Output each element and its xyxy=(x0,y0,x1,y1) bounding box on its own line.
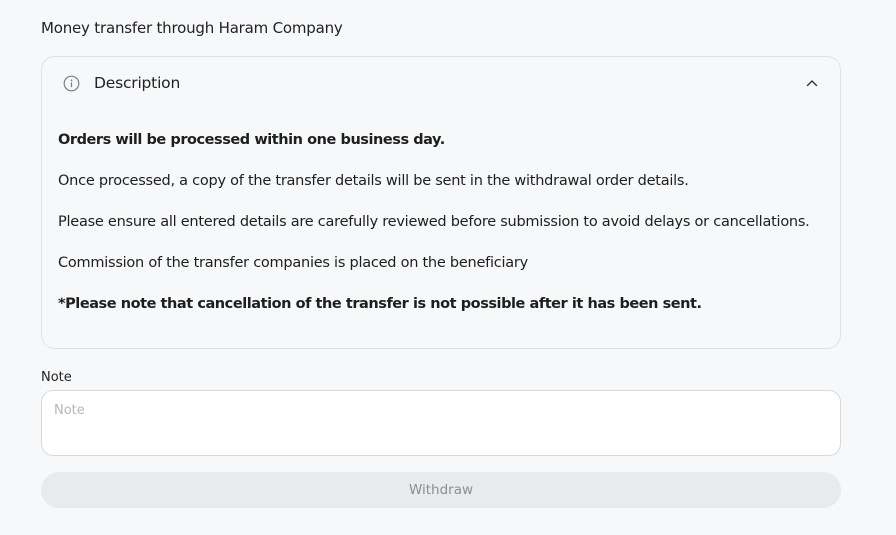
description-card: Description Orders will be processed wit… xyxy=(41,56,841,349)
page-title: Money transfer through Haram Company xyxy=(41,19,343,37)
description-line: Please ensure all entered details are ca… xyxy=(58,214,810,230)
description-body: Orders will be processed within one busi… xyxy=(58,131,824,336)
note-label: Note xyxy=(41,370,72,385)
description-title: Description xyxy=(94,74,181,92)
note-input[interactable] xyxy=(41,390,841,456)
info-circle-icon xyxy=(63,75,80,92)
description-line: Orders will be processed within one busi… xyxy=(58,132,445,148)
page: Money transfer through Haram Company Des… xyxy=(0,0,896,535)
withdraw-button[interactable]: Withdraw xyxy=(41,472,841,508)
description-header[interactable]: Description xyxy=(42,57,840,109)
description-line: *Please note that cancellation of the tr… xyxy=(58,296,702,312)
chevron-up-icon[interactable] xyxy=(805,76,819,90)
description-line: Commission of the transfer companies is … xyxy=(58,255,528,271)
description-line: Once processed, a copy of the transfer d… xyxy=(58,173,689,189)
